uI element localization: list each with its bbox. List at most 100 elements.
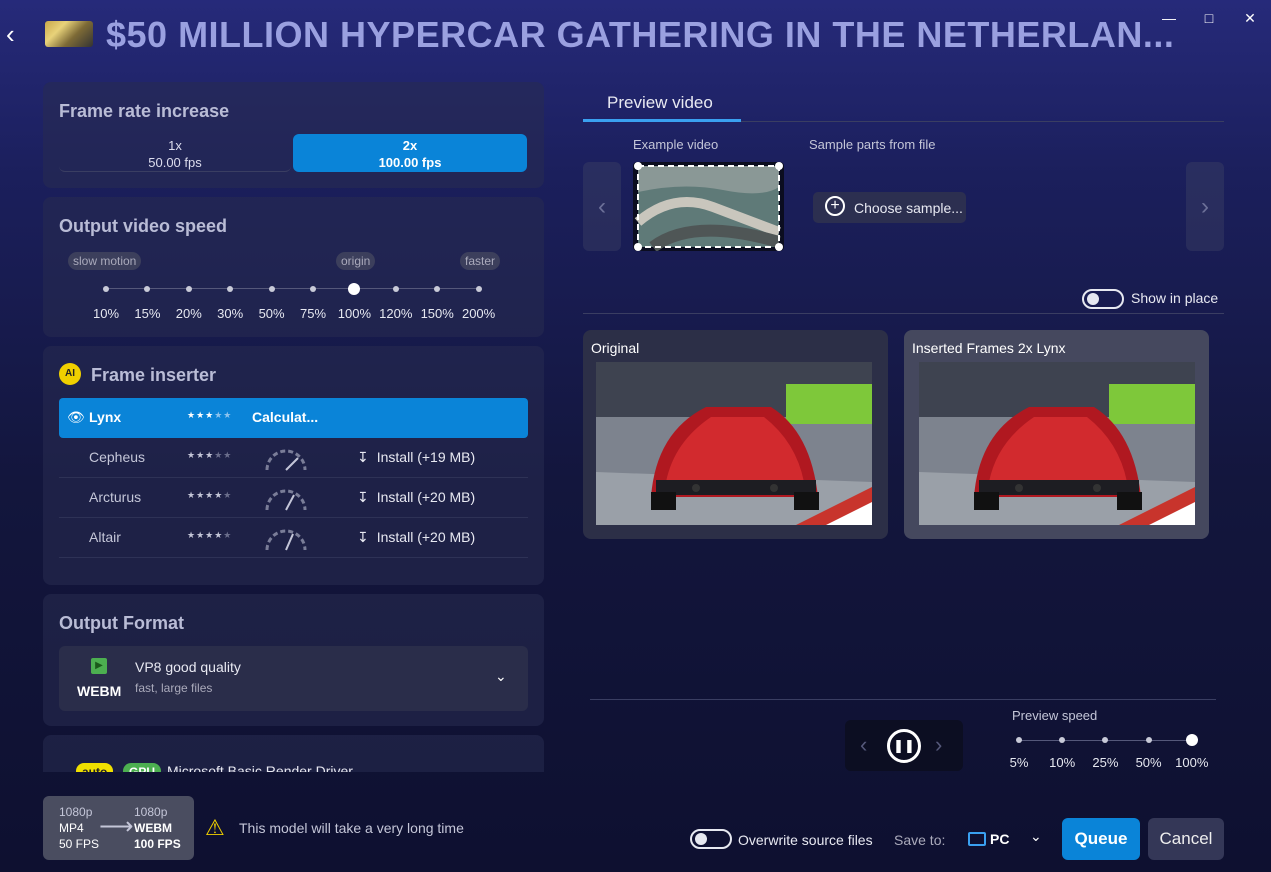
preview-divider xyxy=(583,313,1224,314)
speedometer-icon xyxy=(265,449,307,471)
inserted-preview-card: Inserted Frames 2x Lynx xyxy=(904,330,1209,539)
frame-inserter-title: Frame inserter xyxy=(91,365,217,385)
preview-speed-tick-label: 5% xyxy=(1009,755,1029,770)
overwrite-label: Overwrite source files xyxy=(738,832,873,848)
preview-speed-stop[interactable] xyxy=(1102,737,1109,743)
model-row-altair[interactable]: Altair ★★★★★ ↧ Install (+20 MB) xyxy=(59,518,528,558)
model-row-lynx[interactable]: 👁 Lynx ★★★★★ Calculat... xyxy=(59,398,528,438)
speedometer-icon xyxy=(265,489,307,511)
output-format-card: Output Format ▶ WEBM VP8 good quality fa… xyxy=(43,594,544,726)
speed-stop[interactable] xyxy=(392,286,399,292)
preview-speed-stop[interactable] xyxy=(1145,737,1152,743)
show-in-place-label: Show in place xyxy=(1131,290,1219,306)
speed-stop[interactable] xyxy=(268,286,275,292)
plus-circle-icon: + xyxy=(825,196,845,216)
model-row-cepheus[interactable]: Cepheus ★★★★★ ↧ Install (+19 MB) xyxy=(59,438,528,478)
format-dropdown[interactable]: ▶ WEBM VP8 good quality fast, large file… xyxy=(59,646,528,711)
cancel-button[interactable]: Cancel xyxy=(1148,818,1224,860)
speed-slider-track[interactable] xyxy=(107,288,481,289)
prev-sample-button[interactable]: ‹ xyxy=(583,162,621,251)
queue-button[interactable]: Queue xyxy=(1062,818,1140,860)
rating-stars: ★★★★★ xyxy=(187,410,233,420)
speed-stop[interactable] xyxy=(348,283,361,295)
model-status: Calculat... xyxy=(252,409,319,425)
frame-rate-1x-fps: 50.00 fps xyxy=(148,155,202,170)
warning-text: This model will take a very long time xyxy=(239,820,464,836)
show-in-place-toggle[interactable] xyxy=(1082,289,1124,309)
output-speed-card: Output video speed slow motion origin fa… xyxy=(43,197,544,337)
ferrari-image xyxy=(596,362,872,525)
source-fps: 50 FPS xyxy=(59,837,100,851)
prev-frame-icon[interactable]: ‹ xyxy=(860,732,867,758)
install-button[interactable]: ↧ Install (+20 MB) xyxy=(357,529,475,546)
install-label: Install (+20 MB) xyxy=(376,529,476,545)
speed-tick-label: 75% xyxy=(299,306,327,321)
frame-rate-2x-label: 2x xyxy=(402,138,418,153)
eye-icon: 👁 xyxy=(67,409,85,425)
next-sample-button[interactable]: › xyxy=(1186,162,1224,251)
preview-speed-tick-label: 10% xyxy=(1049,755,1076,770)
model-name: Altair xyxy=(89,529,121,545)
choose-sample-button[interactable]: + Choose sample... xyxy=(813,192,966,223)
save-target-chevron-icon[interactable]: ⌄ xyxy=(1030,828,1042,845)
ai-chip-icon: AI xyxy=(59,363,81,385)
overwrite-toggle[interactable] xyxy=(690,829,732,849)
preview-speed-tick-label: 25% xyxy=(1092,755,1119,770)
render-card-clip: auto GPU Microsoft Basic Render Driver xyxy=(43,735,544,772)
warning-icon: ⚠ xyxy=(205,815,225,840)
original-label: Original xyxy=(591,340,640,356)
preview-speed-stop[interactable] xyxy=(1059,737,1066,743)
inserted-frame-image xyxy=(919,362,1195,525)
preview-speed-stop[interactable] xyxy=(1016,737,1022,743)
racetrack-thumbnail xyxy=(634,162,783,252)
speed-stop[interactable] xyxy=(310,286,316,292)
frame-rate-1x-option[interactable]: 1x 50.00 fps xyxy=(59,134,291,172)
example-video-thumb[interactable] xyxy=(633,162,784,252)
quality-note: fast, large files xyxy=(135,681,213,695)
frame-rate-2x-option[interactable]: 2x 100.00 fps xyxy=(293,134,527,172)
playback-controls: ‹ ❚❚ › xyxy=(845,720,963,771)
pause-icon[interactable]: ❚❚ xyxy=(887,729,921,763)
speed-tick-label: 100% xyxy=(337,306,372,321)
source-resolution: 1080p xyxy=(59,805,93,819)
save-target[interactable]: PC xyxy=(990,831,1009,847)
install-button[interactable]: ↧ Install (+19 MB) xyxy=(357,449,475,466)
tab-preview-video[interactable]: Preview video xyxy=(607,93,713,113)
conversion-summary: 1080p MP4 50 FPS ⟶ 1080p WEBM 100 FPS xyxy=(43,796,194,860)
preview-speed-label: Preview speed xyxy=(1012,708,1098,723)
auto-badge: auto xyxy=(76,763,114,772)
preview-speed-stop[interactable] xyxy=(1185,734,1198,746)
next-frame-icon[interactable]: › xyxy=(935,732,942,758)
format-label: WEBM xyxy=(77,683,122,699)
speed-tick-label: 10% xyxy=(92,306,120,321)
target-resolution: 1080p xyxy=(134,805,168,819)
minimize-icon[interactable]: — xyxy=(1159,8,1179,28)
speed-tick-label: 30% xyxy=(217,306,244,321)
back-icon[interactable]: ‹ xyxy=(6,21,26,47)
speed-stop[interactable] xyxy=(144,286,151,292)
speedometer-icon xyxy=(265,529,307,551)
rating-stars: ★★★★★ xyxy=(187,530,233,540)
model-name: Cepheus xyxy=(89,449,146,465)
speed-stop[interactable] xyxy=(185,286,192,292)
close-icon[interactable]: ✕ xyxy=(1240,8,1260,28)
frame-rate-card: Frame rate increase 1x 50.00 fps 2x 100.… xyxy=(43,82,544,188)
speed-stop[interactable] xyxy=(103,286,109,292)
play-icon: ▶ xyxy=(91,658,107,674)
frame-rate-1x-label: 1x xyxy=(168,138,182,153)
ferrari-image xyxy=(919,362,1195,525)
speed-stop[interactable] xyxy=(227,286,234,292)
install-label: Install (+19 MB) xyxy=(376,449,476,465)
faster-pill: faster xyxy=(460,252,501,270)
install-button[interactable]: ↧ Install (+20 MB) xyxy=(357,489,475,506)
model-row-arcturus[interactable]: Arcturus ★★★★★ ↧ Install (+20 MB) xyxy=(59,478,528,518)
original-frame-image xyxy=(596,362,872,525)
maximize-icon[interactable]: □ xyxy=(1199,8,1219,28)
tab-divider xyxy=(741,121,1224,122)
choose-sample-label: Choose sample... xyxy=(854,200,963,216)
speed-tick-label: 15% xyxy=(134,306,161,321)
speed-stop[interactable] xyxy=(434,286,441,292)
chevron-down-icon: ⌄ xyxy=(495,668,507,684)
speed-stop[interactable] xyxy=(475,286,482,292)
example-video-label: Example video xyxy=(633,137,719,152)
